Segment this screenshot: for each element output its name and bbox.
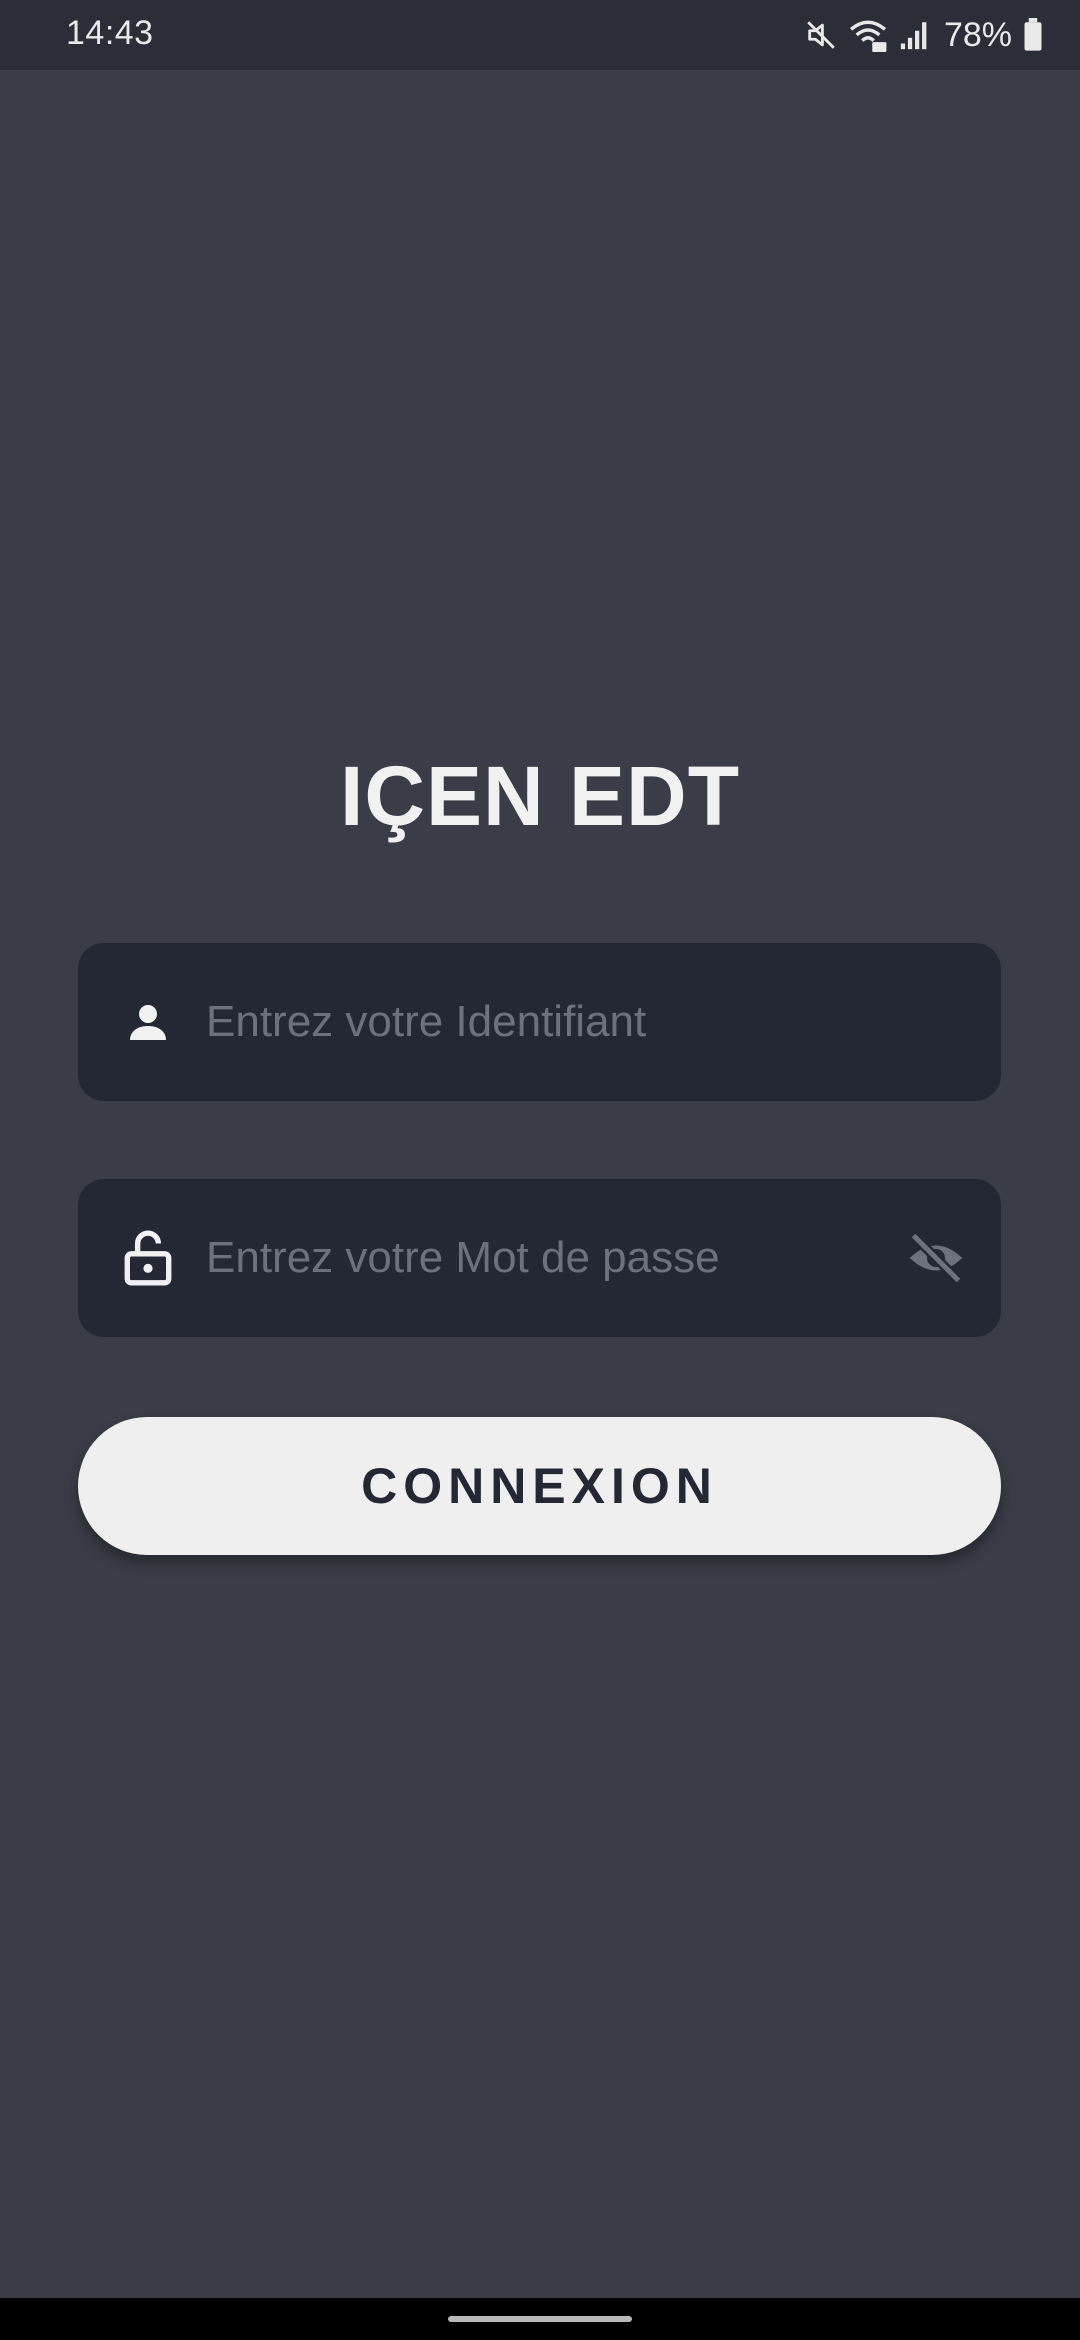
password-field[interactable] bbox=[78, 1179, 1001, 1337]
wifi-icon bbox=[848, 18, 888, 52]
status-icons: 78% bbox=[804, 14, 1044, 56]
connexion-button[interactable]: CONNEXION bbox=[78, 1417, 1001, 1555]
person-icon bbox=[116, 990, 180, 1054]
app-title: IÇEN EDT bbox=[339, 749, 741, 843]
password-input[interactable] bbox=[206, 1179, 906, 1337]
username-input[interactable] bbox=[206, 943, 906, 1101]
mute-icon bbox=[804, 18, 838, 52]
navigation-bar bbox=[0, 2298, 1080, 2340]
status-time: 14:43 bbox=[66, 14, 154, 52]
lock-icon bbox=[116, 1226, 180, 1290]
status-bar: 14:43 78% bbox=[0, 0, 1080, 70]
eye-off-icon[interactable] bbox=[901, 1223, 971, 1293]
signal-icon bbox=[898, 18, 932, 52]
username-field[interactable] bbox=[78, 943, 1001, 1101]
battery-percent: 78% bbox=[943, 15, 1012, 54]
battery-icon bbox=[1022, 18, 1044, 52]
home-indicator[interactable] bbox=[448, 2316, 632, 2322]
